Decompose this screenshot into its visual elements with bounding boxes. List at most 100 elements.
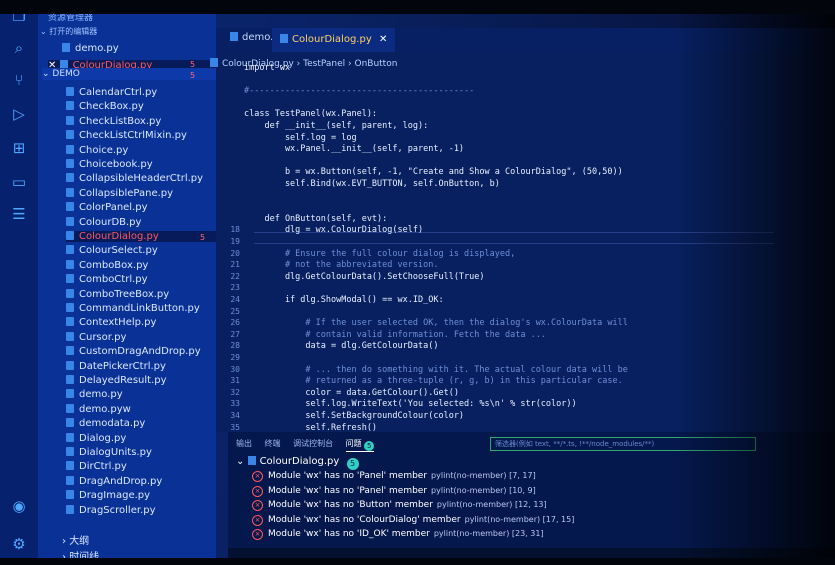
open-editors-header[interactable]: ⌄ 打开的编辑器 bbox=[40, 26, 97, 37]
tab-debug-console[interactable]: 调试控制台 bbox=[293, 438, 333, 449]
python-file-icon bbox=[62, 43, 70, 52]
panel-tabs: 输出 终端 调试控制台 问题 5 bbox=[236, 438, 384, 452]
file-item[interactable]: demo.py bbox=[66, 389, 123, 400]
file-item[interactable]: DelayedResult.py bbox=[66, 375, 167, 386]
python-file-icon bbox=[66, 346, 74, 356]
breadcrumb-method[interactable]: OnButton bbox=[354, 59, 397, 69]
tab-terminal[interactable]: 终端 bbox=[265, 438, 281, 449]
line-number: 22 bbox=[230, 271, 240, 281]
line-number: 33 bbox=[230, 399, 240, 409]
python-file-icon bbox=[280, 34, 288, 43]
error-icon: × bbox=[252, 485, 263, 497]
python-file-icon bbox=[66, 288, 74, 298]
file-item[interactable]: Cursor.py bbox=[66, 331, 126, 343]
file-item[interactable]: CalendarCtrl.py bbox=[66, 87, 157, 98]
problem-item[interactable]: × Module 'wx' has no 'ID_OK' member pylint… bbox=[252, 529, 544, 540]
file-item[interactable]: Choicebook.py bbox=[66, 159, 153, 170]
problem-file-row[interactable]: ⌄ ColourDialog.py 5 bbox=[236, 456, 359, 470]
python-file-icon bbox=[66, 389, 74, 399]
file-item[interactable]: ColourSelect.py bbox=[66, 245, 158, 256]
python-file-icon bbox=[66, 274, 74, 284]
code-line: def __init__(self, parent, log): bbox=[244, 121, 429, 131]
editor-tab-bar: demo.py ColourDialog.py ✕ bbox=[216, 28, 835, 52]
python-file-icon bbox=[230, 32, 238, 41]
remote-explorer-icon[interactable]: ▭ bbox=[11, 174, 27, 190]
code-line: color = data.GetColour().Get() bbox=[244, 387, 459, 398]
extensions-icon[interactable]: ⊞ bbox=[11, 140, 27, 156]
file-item[interactable]: ColourDB.py bbox=[66, 216, 141, 228]
python-file-icon bbox=[247, 456, 256, 465]
tab-problems[interactable]: 问题 5 bbox=[345, 438, 375, 452]
file-item[interactable]: DragImage.py bbox=[66, 490, 150, 501]
file-item[interactable]: CheckListBox.py bbox=[66, 115, 161, 127]
file-item[interactable]: ComboCtrl.py bbox=[66, 274, 148, 285]
settings-icon[interactable]: ⚙ bbox=[11, 536, 27, 552]
line-number: 32 bbox=[230, 387, 240, 397]
code-line: def OnButton(self, evt): bbox=[244, 213, 388, 224]
problems-filter-input[interactable]: 筛选器(例如 text, **/*.ts, !**/node_modules/*… bbox=[490, 437, 756, 451]
file-item[interactable]: demodata.py bbox=[66, 418, 145, 429]
problem-item[interactable]: × Module 'wx' has no 'ColourDialog' membe… bbox=[252, 514, 574, 526]
python-file-icon bbox=[66, 173, 74, 183]
file-item[interactable]: ColourDialog.py bbox=[66, 231, 216, 242]
line-number: 25 bbox=[230, 306, 240, 316]
file-item[interactable]: Dialog.py bbox=[66, 432, 126, 444]
problem-item[interactable]: × Module 'wx' has no 'Panel' member pylint… bbox=[252, 485, 536, 497]
file-item[interactable]: DatePickerCtrl.py bbox=[66, 360, 166, 372]
tab-output[interactable]: 输出 bbox=[236, 438, 252, 449]
search-icon[interactable]: ⌕ bbox=[11, 40, 27, 56]
python-file-icon bbox=[66, 231, 74, 240]
python-file-icon bbox=[66, 447, 74, 456]
chevron-down-icon: ⌄ bbox=[236, 456, 248, 467]
code-line: dlg = wx.ColourDialog(self) bbox=[244, 225, 424, 236]
outline-section[interactable]: › 大纲 bbox=[62, 532, 89, 547]
monitor-bezel-bottom bbox=[0, 558, 835, 565]
close-icon[interactable]: ✕ bbox=[379, 34, 387, 45]
file-item[interactable]: DragAndDrop.py bbox=[66, 475, 162, 487]
code-line: self.SetBackgroundColour(color) bbox=[244, 411, 465, 421]
tab-colourdialog[interactable]: ColourDialog.py ✕ bbox=[272, 28, 396, 52]
file-item[interactable]: CustomDragAndDrop.py bbox=[66, 346, 201, 357]
file-item[interactable]: CheckBox.py bbox=[66, 101, 144, 112]
problem-count-badge: 5 bbox=[346, 458, 359, 470]
line-number: 29 bbox=[230, 353, 240, 362]
code-line: if dlg.ShowModal() == wx.ID_OK: bbox=[244, 295, 444, 305]
file-item[interactable]: DragScroller.py bbox=[66, 504, 156, 516]
python-file-icon bbox=[66, 418, 74, 428]
file-item[interactable]: ComboBox.py bbox=[66, 259, 148, 271]
problem-item[interactable]: × Module 'wx' has no 'Button' member pylin… bbox=[252, 500, 547, 511]
file-item[interactable]: CheckListCtrlMixin.py bbox=[66, 130, 187, 141]
python-file-icon bbox=[66, 101, 74, 111]
file-item[interactable]: demo.pyw bbox=[66, 403, 131, 415]
code-line: import wx bbox=[244, 63, 291, 73]
breadcrumb-class[interactable]: TestPanel bbox=[303, 59, 345, 69]
error-icon: × bbox=[252, 471, 263, 482]
python-file-icon bbox=[66, 187, 74, 197]
file-item[interactable]: DirCtrl.py bbox=[66, 461, 127, 472]
source-control-icon[interactable]: ⑂ bbox=[11, 72, 27, 88]
file-item[interactable]: ContextHelp.py bbox=[66, 317, 156, 328]
python-file-icon bbox=[66, 432, 74, 442]
code-line: self.log = log bbox=[244, 132, 357, 143]
code-line: b = wx.Button(self, -1, "Create and Show… bbox=[244, 167, 623, 178]
python-file-icon bbox=[66, 159, 74, 168]
file-item[interactable]: ComboTreeBox.py bbox=[66, 288, 169, 300]
line-number: 26 bbox=[230, 318, 240, 328]
line-number: 30 bbox=[230, 364, 240, 374]
python-file-icon bbox=[66, 259, 74, 269]
file-item[interactable]: CollapsibleHeaderCtrl.py bbox=[66, 173, 203, 184]
open-editor-demo[interactable]: demo.py bbox=[62, 43, 119, 54]
python-file-icon bbox=[66, 115, 74, 125]
file-item[interactable]: CommandLinkButton.py bbox=[66, 303, 200, 314]
screen: ❐ ⌕ ⑂ ▷ ⊞ ▭ ☰ ◉ ⚙ 资源管理器 ⌄ 打开的编辑器 demo.py… bbox=[0, 0, 835, 565]
account-icon[interactable]: ◉ bbox=[11, 498, 27, 514]
file-item[interactable]: ColorPanel.py bbox=[66, 202, 148, 213]
monitor-bezel-top bbox=[0, 0, 835, 14]
code-line: class TestPanel(wx.Panel): bbox=[244, 109, 378, 120]
file-item[interactable]: CollapsiblePane.py bbox=[66, 187, 173, 199]
run-debug-icon[interactable]: ▷ bbox=[11, 106, 27, 122]
file-item[interactable]: DialogUnits.py bbox=[66, 447, 152, 458]
problem-item[interactable]: × Module 'wx' has no 'Panel' member pylint… bbox=[252, 471, 536, 482]
database-icon[interactable]: ☰ bbox=[11, 206, 27, 222]
file-item[interactable]: Choice.py bbox=[66, 144, 128, 156]
